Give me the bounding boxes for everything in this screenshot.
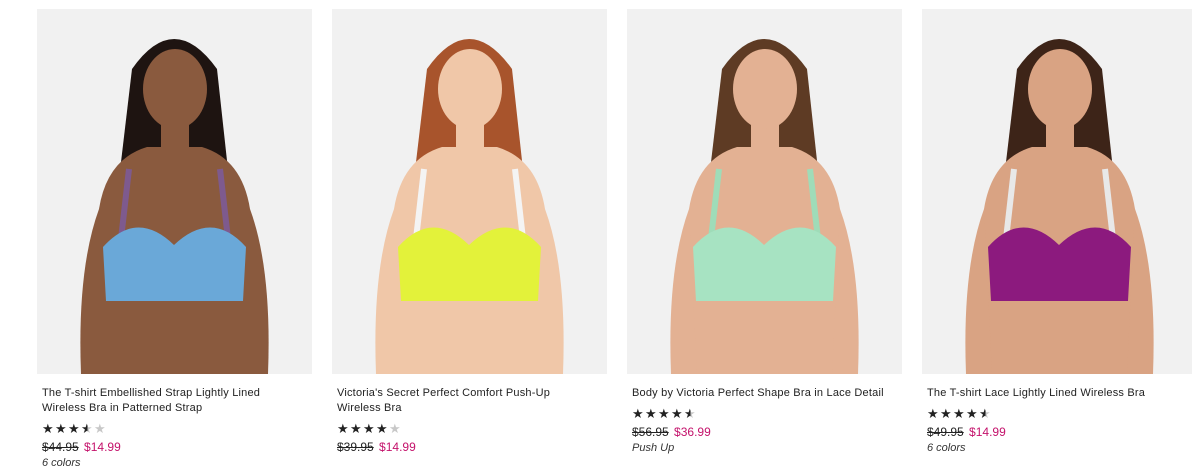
original-price: $49.95: [927, 425, 964, 439]
product-card[interactable]: The T-shirt Lace Lightly Lined Wireless …: [922, 9, 1192, 455]
star-filled-icon: ★: [376, 421, 389, 436]
product-title[interactable]: Victoria's Secret Perfect Comfort Push-U…: [337, 386, 597, 416]
star-filled-icon: ★: [632, 406, 645, 421]
rating-stars: ★★★★★: [337, 422, 607, 435]
model-photo: [627, 9, 902, 374]
product-image[interactable]: [922, 9, 1192, 374]
star-filled-icon: ★: [953, 406, 966, 421]
star-filled-icon: ★: [671, 406, 684, 421]
face: [143, 49, 207, 129]
star-filled-icon: ★: [645, 406, 658, 421]
color-count: 6 colors: [42, 457, 81, 469]
star-filled-icon: ★: [363, 421, 376, 436]
star-filled-icon: ★: [68, 421, 81, 436]
half-star-icon: ★: [81, 421, 94, 436]
rating-stars: ★★★★★: [632, 407, 902, 420]
product-price: $39.95 $14.99: [337, 440, 607, 454]
model-photo: [922, 9, 1192, 374]
sale-price: $14.99: [84, 440, 121, 454]
product-grid: The T-shirt Embellished Strap Lightly Li…: [0, 0, 1192, 473]
model-photo: [332, 9, 607, 374]
face: [733, 49, 797, 129]
star-filled-icon: ★: [927, 406, 940, 421]
sale-price: $14.99: [379, 440, 416, 454]
product-image[interactable]: [332, 9, 607, 374]
color-count: 6 colors: [927, 442, 966, 454]
product-price: $56.95 $36.99: [632, 425, 902, 439]
star-filled-icon: ★: [337, 421, 350, 436]
original-price: $44.95: [42, 440, 79, 454]
product-title[interactable]: The T-shirt Embellished Strap Lightly Li…: [42, 386, 302, 416]
star-empty-icon: ★: [94, 421, 107, 436]
face: [438, 49, 502, 129]
star-filled-icon: ★: [42, 421, 55, 436]
star-filled-icon: ★: [966, 406, 979, 421]
product-price: $49.95 $14.99: [927, 425, 1192, 439]
model-photo: [37, 9, 312, 374]
star-filled-icon: ★: [658, 406, 671, 421]
original-price: $39.95: [337, 440, 374, 454]
original-price: $56.95: [632, 425, 669, 439]
product-card[interactable]: Body by Victoria Perfect Shape Bra in La…: [627, 9, 902, 455]
half-star-icon: ★: [979, 406, 992, 421]
product-style-note: Push Up: [632, 442, 675, 454]
sale-price: $36.99: [674, 425, 711, 439]
product-card[interactable]: Victoria's Secret Perfect Comfort Push-U…: [332, 9, 607, 457]
star-filled-icon: ★: [940, 406, 953, 421]
product-image[interactable]: [627, 9, 902, 374]
face: [1028, 49, 1092, 129]
product-title[interactable]: The T-shirt Lace Lightly Lined Wireless …: [927, 386, 1187, 401]
product-title[interactable]: Body by Victoria Perfect Shape Bra in La…: [632, 386, 892, 401]
star-filled-icon: ★: [55, 421, 68, 436]
half-star-icon: ★: [684, 406, 697, 421]
product-card[interactable]: The T-shirt Embellished Strap Lightly Li…: [37, 9, 312, 470]
product-price: $44.95 $14.99: [42, 440, 312, 454]
sale-price: $14.99: [969, 425, 1006, 439]
star-empty-icon: ★: [389, 421, 402, 436]
product-image[interactable]: [37, 9, 312, 374]
rating-stars: ★★★★★: [42, 422, 312, 435]
star-filled-icon: ★: [350, 421, 363, 436]
rating-stars: ★★★★★: [927, 407, 1192, 420]
